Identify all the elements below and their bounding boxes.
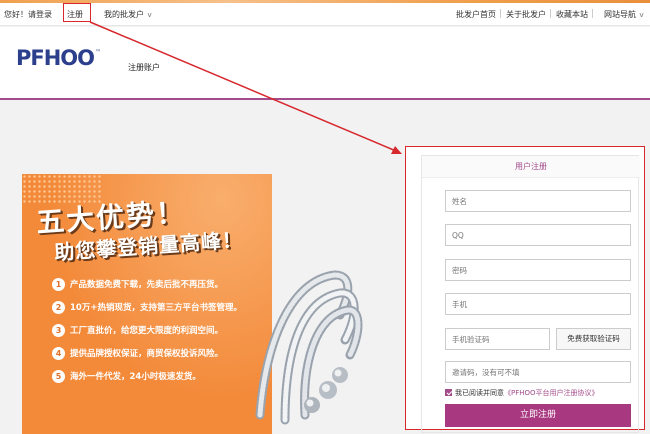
agree-checkbox[interactable] bbox=[445, 389, 452, 396]
password-input[interactable] bbox=[445, 259, 631, 281]
registration-form: 用户注册 免费获取验证码 我已阅读并同意《PFHOO平台用户注册协议》 立即注册 bbox=[421, 155, 640, 433]
phone-input[interactable] bbox=[445, 293, 631, 315]
form-title: 用户注册 bbox=[422, 156, 640, 178]
qq-input[interactable] bbox=[445, 224, 631, 246]
agreement-row: 我已阅读并同意《PFHOO平台用户注册协议》 bbox=[445, 388, 599, 398]
agree-text: 我已阅读并同意 bbox=[455, 389, 504, 397]
get-code-button[interactable]: 免费获取验证码 bbox=[556, 328, 631, 350]
register-submit-button[interactable]: 立即注册 bbox=[445, 404, 631, 427]
name-input[interactable] bbox=[445, 190, 631, 212]
sms-code-input[interactable] bbox=[445, 328, 550, 350]
registration-panel: 用户注册 免费获取验证码 我已阅读并同意《PFHOO平台用户注册协议》 立即注册 bbox=[405, 146, 645, 433]
agreement-link[interactable]: 《PFHOO平台用户注册协议》 bbox=[504, 389, 599, 397]
invite-code-input[interactable] bbox=[445, 361, 631, 383]
